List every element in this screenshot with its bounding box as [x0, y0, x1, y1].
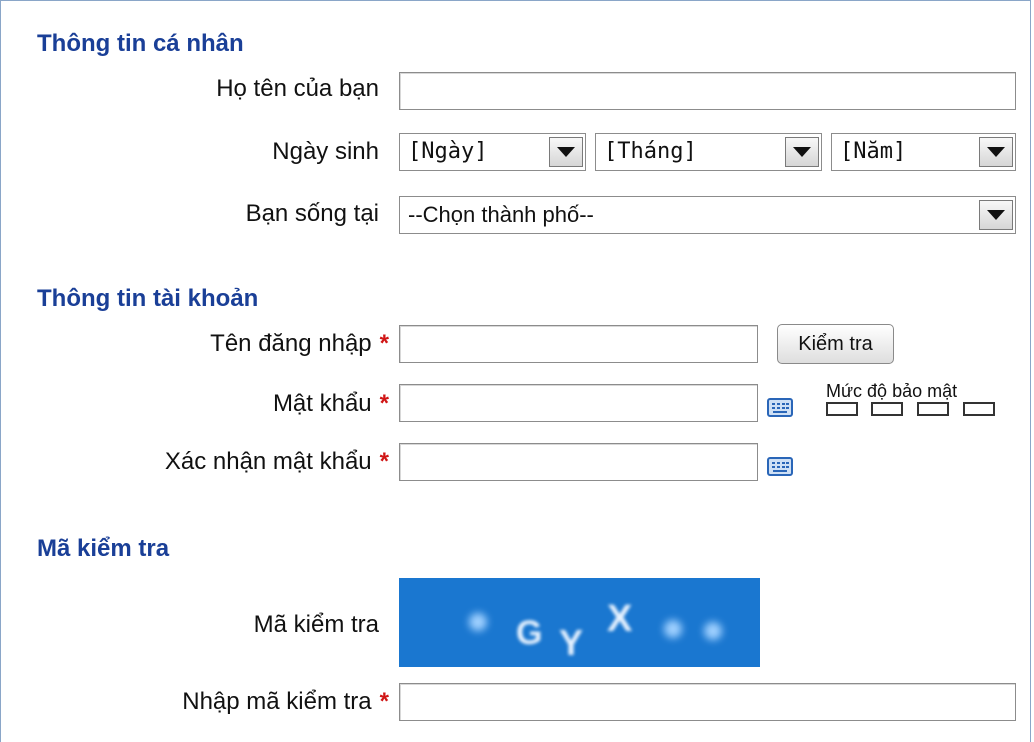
dob-year-value: [Năm] — [840, 139, 907, 164]
captcha-char-3: X — [607, 598, 633, 640]
confirm-password-input[interactable] — [399, 443, 758, 481]
username-input[interactable] — [399, 325, 758, 363]
dob-day-value: [Ngày] — [408, 139, 488, 164]
city-value: --Chọn thành phố-- — [408, 202, 594, 227]
section-title-personal: Thông tin cá nhân — [37, 30, 244, 57]
city-label: Bạn sống tại — [245, 200, 379, 227]
required-mark: * — [379, 448, 389, 475]
dropdown-arrow-icon[interactable] — [549, 137, 583, 167]
check-username-button[interactable]: Kiểm tra — [777, 324, 894, 364]
username-label: Tên đăng nhập * — [210, 330, 389, 357]
dropdown-arrow-icon[interactable] — [979, 200, 1013, 230]
keyboard-icon[interactable] — [767, 396, 793, 418]
password-label: Mật khẩu * — [272, 390, 389, 417]
required-mark: * — [379, 330, 389, 357]
required-mark: * — [379, 688, 389, 715]
captcha-input[interactable] — [399, 683, 1016, 721]
required-mark: * — [379, 390, 389, 417]
confirm-password-label: Xác nhận mật khẩu * — [164, 448, 389, 475]
captcha-image: G Y X — [399, 578, 760, 667]
city-select[interactable]: --Chọn thành phố-- — [399, 196, 1016, 234]
keyboard-icon[interactable] — [767, 455, 793, 477]
dob-day-select[interactable]: [Ngày] — [399, 133, 586, 171]
dropdown-arrow-icon[interactable] — [979, 137, 1013, 167]
section-title-account: Thông tin tài khoản — [37, 285, 259, 312]
fullname-input[interactable] — [399, 72, 1016, 110]
dropdown-arrow-icon[interactable] — [785, 137, 819, 167]
captcha-image-label: Mã kiểm tra — [253, 611, 379, 638]
dob-label: Ngày sinh — [272, 138, 379, 165]
captcha-input-label: Nhập mã kiểm tra * — [182, 688, 389, 715]
fullname-label: Họ tên của bạn — [216, 75, 379, 102]
captcha-char-2: Y — [559, 622, 584, 663]
strength-bar-3 — [917, 402, 949, 416]
captcha-char-1: G — [516, 614, 543, 652]
section-title-captcha: Mã kiểm tra — [37, 535, 170, 562]
strength-bar-2 — [871, 402, 903, 416]
strength-bar-4 — [963, 402, 995, 416]
strength-bar-1 — [826, 402, 858, 416]
dob-year-select[interactable]: [Năm] — [831, 133, 1016, 171]
strength-label: Mức độ bảo mật — [826, 381, 958, 401]
dob-month-select[interactable]: [Tháng] — [595, 133, 822, 171]
dob-month-value: [Tháng] — [604, 139, 697, 164]
password-input[interactable] — [399, 384, 758, 422]
